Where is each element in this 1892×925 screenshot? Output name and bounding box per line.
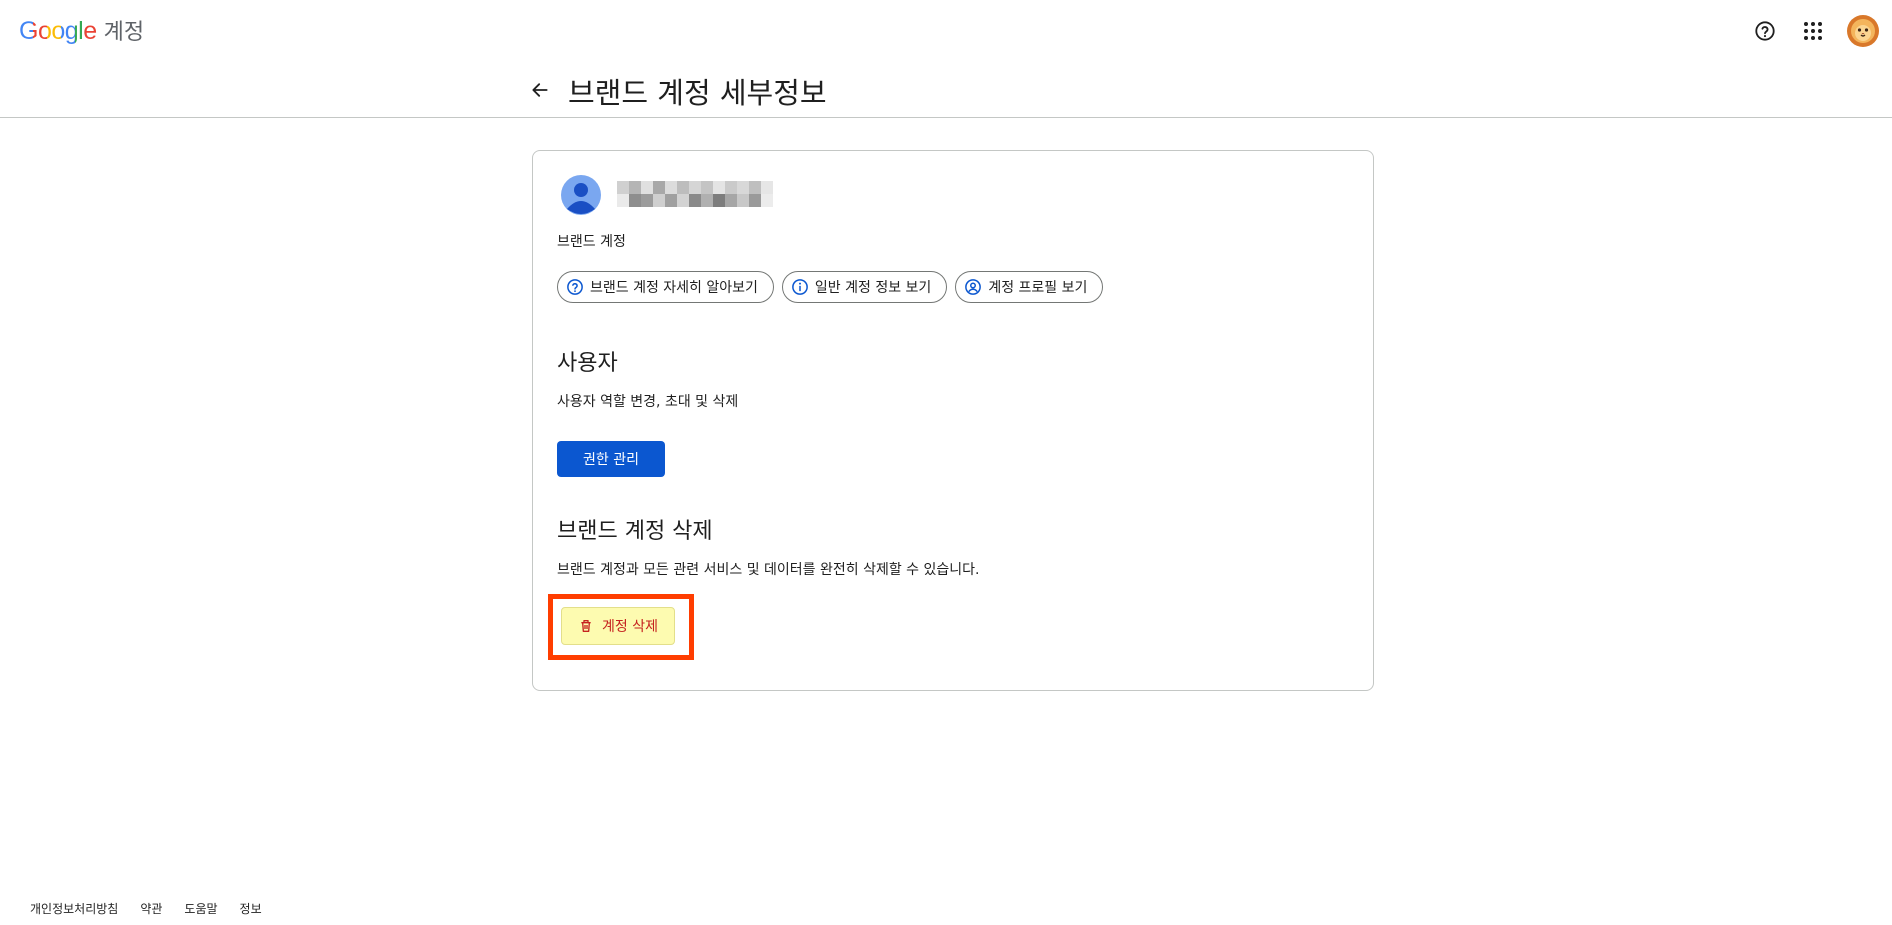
account-type-label: 브랜드 계정 xyxy=(557,234,626,250)
chip-general-account-info[interactable]: 일반 계정 정보 보기 xyxy=(781,271,948,303)
chip-account-profile[interactable]: 계정 프로필 보기 xyxy=(955,271,1104,303)
trash-icon xyxy=(581,620,591,632)
users-section-title: 사용자 xyxy=(557,351,618,376)
chip-learn-more[interactable]: 브랜드 계정 자세히 알아보기 xyxy=(557,271,774,303)
chip-label: 계정 프로필 보기 xyxy=(988,280,1088,296)
info-chips: 브랜드 계정 자세히 알아보기 일반 계정 정보 보기 계정 프로필 보기 xyxy=(557,271,1104,303)
delete-section-title: 브랜드 계정 삭제 xyxy=(557,519,713,544)
chip-label: 일반 계정 정보 보기 xyxy=(814,280,932,296)
delete-account-button[interactable]: 계정 삭제 xyxy=(561,607,675,645)
google-logo: Google xyxy=(19,17,97,45)
title-bar: 브랜드 계정 세부정보 xyxy=(0,58,1892,118)
brand-account-avatar-icon xyxy=(561,175,601,215)
footer-link-help[interactable]: 도움말 xyxy=(184,900,217,917)
delete-section-description: 브랜드 계정과 모든 관련 서비스 및 데이터를 완전히 삭제할 수 있습니다. xyxy=(557,562,980,578)
google-account-logo[interactable]: Google 계정 xyxy=(19,14,144,46)
account-name-redacted xyxy=(617,181,773,207)
info-icon xyxy=(792,279,808,295)
users-section-description: 사용자 역할 변경, 초대 및 삭제 xyxy=(557,394,739,410)
product-name: 계정 xyxy=(103,20,145,45)
chip-label: 브랜드 계정 자세히 알아보기 xyxy=(590,280,758,296)
apps-icon[interactable] xyxy=(1798,16,1828,46)
help-icon[interactable] xyxy=(1750,16,1780,46)
footer-link-privacy[interactable]: 개인정보처리방침 xyxy=(30,900,118,917)
page-title: 브랜드 계정 세부정보 xyxy=(568,76,827,110)
delete-button-highlight: 계정 삭제 xyxy=(548,594,694,660)
profile-icon xyxy=(965,279,982,295)
brand-account-card: 브랜드 계정 브랜드 계정 자세히 알아보기 일반 계정 정보 보기 계정 프로… xyxy=(532,150,1374,691)
help-icon xyxy=(567,279,583,295)
footer: 개인정보처리방침 약관 도움말 정보 xyxy=(30,900,262,917)
footer-link-about[interactable]: 정보 xyxy=(240,900,262,917)
footer-link-terms[interactable]: 약관 xyxy=(140,900,162,917)
account-avatar[interactable] xyxy=(1846,14,1880,48)
back-arrow-icon[interactable] xyxy=(526,76,554,104)
manage-permissions-button[interactable]: 권한 관리 xyxy=(557,441,665,477)
delete-account-label: 계정 삭제 xyxy=(602,619,658,635)
top-bar: Google 계정 xyxy=(0,0,1892,58)
